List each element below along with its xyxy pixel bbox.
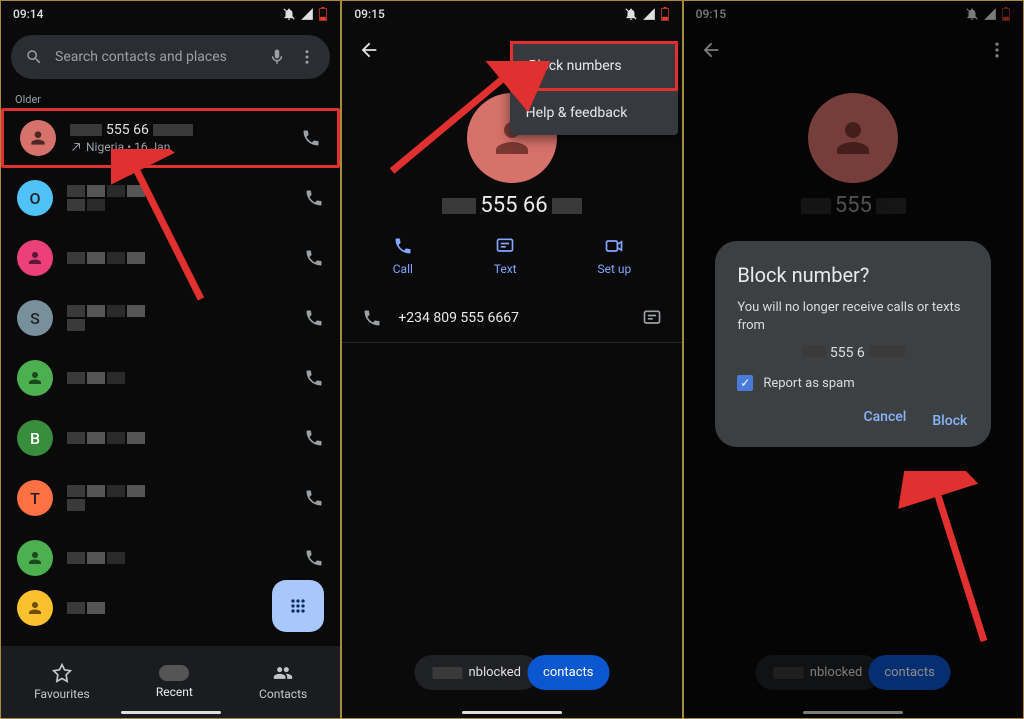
call-icon[interactable] [304,368,324,388]
gesture-bar [462,711,562,714]
menu-help-feedback[interactable]: Help & feedback [510,91,678,135]
outgoing-icon [70,141,82,153]
status-icons [282,7,328,21]
call-info: 555 66 Nigeria • 16 Jan [70,122,287,154]
block-dialog: Block number? You will no longer receive… [715,241,991,447]
search-placeholder: Search contacts and places [55,49,256,65]
call-entry[interactable]: T [1,468,340,528]
gesture-bar [121,711,221,714]
call-entry[interactable] [1,228,340,288]
mic-icon[interactable] [268,48,286,66]
dialog-title: Block number? [737,263,969,287]
dnd-icon [282,7,296,21]
dialog-cancel[interactable]: Cancel [863,409,906,433]
back-icon[interactable] [358,39,380,61]
search-icon [25,48,43,66]
clock: 09:15 [354,7,384,21]
overflow-menu: Block numbers Help & feedback [510,41,678,135]
status-bar: 09:15 [342,1,681,27]
recents-screen: 09:14 Search contacts and places Older 5… [0,0,341,719]
snackbar-action[interactable]: contacts [527,655,610,690]
dialpad-fab[interactable] [272,580,324,632]
person-icon [26,599,44,617]
call-icon[interactable] [304,428,324,448]
call-entry-highlighted[interactable]: 555 66 Nigeria • 16 Jan [1,108,340,168]
battery-icon [660,7,670,21]
nav-favourites[interactable]: Favourites [34,663,90,701]
avatar [17,240,53,276]
checkbox-icon: ✓ [737,375,753,391]
status-bar: 09:14 [1,1,340,27]
number-row[interactable]: +234 809 555 6667 [342,294,681,343]
call-icon[interactable] [304,488,324,508]
call-icon [362,308,382,328]
call-entry[interactable]: S [1,288,340,348]
call-icon[interactable] [304,248,324,268]
message-icon[interactable] [642,308,662,328]
battery-icon [318,7,328,21]
call-entry[interactable]: O [1,168,340,228]
call-entry[interactable]: B [1,408,340,468]
action-text[interactable]: Text [494,236,517,276]
call-icon[interactable] [304,188,324,208]
person-icon [28,128,48,148]
snackbar-text: nblocked [414,655,539,690]
action-setup[interactable]: Set up [597,236,631,276]
call-icon[interactable] [301,128,321,148]
avatar [17,540,53,576]
menu-block-numbers[interactable]: Block numbers [510,41,678,91]
signal-icon [300,7,314,21]
search-bar[interactable]: Search contacts and places [11,35,330,79]
nav-recent[interactable]: Recent [156,665,193,699]
dnd-icon [624,7,638,21]
call-entry[interactable] [1,348,340,408]
action-call[interactable]: Call [393,236,413,276]
report-spam-checkbox[interactable]: ✓ Report as spam [737,375,969,391]
snackbar: nblocked contacts [414,655,609,690]
call-icon [393,236,413,256]
avatar: S [17,300,53,336]
avatar: B [17,420,53,456]
dialog-block[interactable]: Block [930,409,969,433]
more-icon[interactable] [298,48,316,66]
section-older: Older [1,87,340,108]
call-entry[interactable] [1,528,340,588]
dialog-body: You will no longer receive calls or text… [737,299,969,335]
bottom-nav: Favourites Recent Contacts [1,646,340,718]
phone-number: +234 809 555 6667 [398,310,625,326]
person-icon [26,549,44,567]
contact-detail-screen: 09:15 Block numbers Help & feedback 555 … [341,0,682,719]
video-icon [604,236,624,256]
avatar [20,120,56,156]
status-icons [624,7,670,21]
signal-icon [642,7,656,21]
avatar: O [17,180,53,216]
call-icon[interactable] [304,308,324,328]
person-icon [26,369,44,387]
block-dialog-screen: 09:15 555 Block number? You will no long… [683,0,1024,719]
avatar [17,360,53,396]
avatar [17,590,53,626]
people-icon [273,663,293,683]
action-row: Call Text Set up [342,218,681,294]
dialpad-icon [288,596,308,616]
star-icon [52,663,72,683]
call-icon[interactable] [304,548,324,568]
person-icon [26,249,44,267]
dialog-number: 555 6 [737,345,969,361]
message-icon [495,236,515,256]
nav-contacts[interactable]: Contacts [259,663,307,701]
clock: 09:14 [13,7,43,21]
avatar: T [17,480,53,516]
contact-name: 555 66 [342,193,681,218]
